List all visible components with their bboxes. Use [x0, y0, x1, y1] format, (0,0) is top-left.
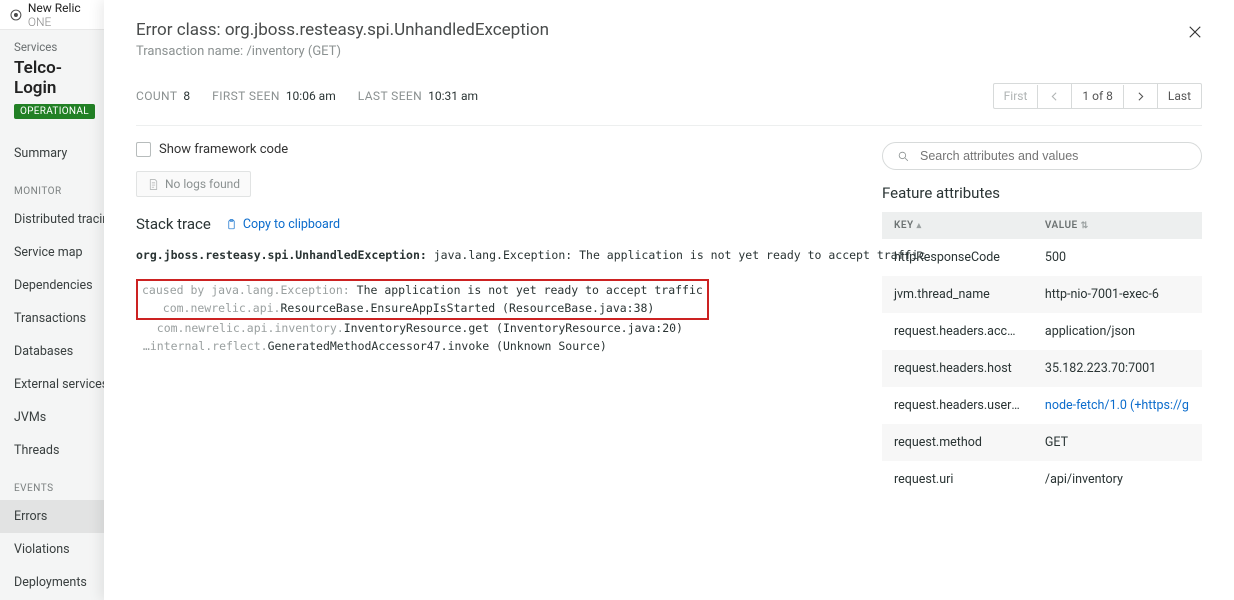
nav-heading-monitor: MONITOR	[0, 170, 105, 203]
attribute-search-input[interactable]	[920, 149, 1187, 163]
nav-databases[interactable]: Databases	[0, 335, 105, 368]
attr-value: 500	[1033, 239, 1202, 276]
pager-prev[interactable]	[1037, 85, 1071, 108]
nav-external-services[interactable]: External services	[0, 368, 105, 401]
transaction-name: Transaction name: /inventory (GET)	[136, 44, 1202, 59]
nav-dependencies[interactable]: Dependencies	[0, 269, 105, 302]
close-button[interactable]	[1186, 22, 1204, 47]
error-detail-panel: Error class: org.jboss.resteasy.spi.Unha…	[104, 0, 1234, 600]
table-row[interactable]: request.methodGET	[882, 424, 1202, 461]
attr-value: GET	[1033, 424, 1202, 461]
attribute-search[interactable]	[882, 142, 1202, 170]
table-row[interactable]: httpResponseCode500	[882, 239, 1202, 276]
trace-highlight-box: caused by java.lang.Exception: The appli…	[136, 279, 709, 321]
nav-errors[interactable]: Errors	[0, 500, 105, 533]
nav-violations[interactable]: Violations	[0, 533, 105, 566]
attr-value: /api/inventory	[1033, 461, 1202, 498]
attributes-table: KEY▴ VALUE⇅ httpResponseCode500jvm.threa…	[882, 212, 1202, 498]
attr-key: request.method	[882, 424, 1033, 461]
pager-next[interactable]	[1123, 85, 1157, 108]
checkbox-icon	[136, 142, 151, 157]
nav-summary[interactable]: Summary	[0, 137, 105, 170]
nav-threads[interactable]: Threads	[0, 434, 105, 467]
separator	[136, 125, 1202, 126]
trace-exception-line: org.jboss.resteasy.spi.UnhandledExceptio…	[136, 247, 854, 265]
nav-service-map[interactable]: Service map	[0, 236, 105, 269]
brand-bar: New Relic ONE	[0, 0, 105, 30]
trace-rest: com.newrelic.api.inventory.InventoryReso…	[136, 320, 854, 356]
attr-value: 35.182.223.70:7001	[1033, 350, 1202, 387]
nav-jvms[interactable]: JVMs	[0, 401, 105, 434]
table-row[interactable]: request.headers.userAg...node-fetch/1.0 …	[882, 387, 1202, 424]
pager-first[interactable]: First	[994, 84, 1038, 108]
attr-key: request.headers.userAg...	[882, 387, 1033, 424]
nav-deployments[interactable]: Deployments	[0, 566, 105, 599]
nav-heading-events: EVENTS	[0, 467, 105, 500]
show-framework-checkbox[interactable]: Show framework code	[136, 142, 854, 157]
brand-name: New Relic ONE	[28, 1, 95, 29]
close-icon	[1186, 23, 1204, 41]
newrelic-logo-icon	[10, 8, 22, 22]
document-icon	[147, 178, 160, 191]
table-row[interactable]: request.headers.acceptapplication/json	[882, 313, 1202, 350]
sidebar-section: Services	[0, 30, 105, 58]
no-logs-chip: No logs found	[136, 171, 251, 197]
chevron-right-icon	[1134, 90, 1147, 103]
meta-counts: COUNT8 FIRST SEEN10:06 am LAST SEEN10:31…	[136, 89, 478, 103]
error-class-header: Error class: org.jboss.resteasy.spi.Unha…	[136, 20, 1202, 40]
col-key[interactable]: KEY▴	[882, 212, 1033, 239]
entity-name: Telco-Login	[0, 58, 105, 98]
attr-value: http-nio-7001-exec-6	[1033, 276, 1202, 313]
feature-attributes-title: Feature attributes	[882, 184, 1202, 202]
pager-position: 1 of 8	[1071, 84, 1122, 108]
status-badge: OPERATIONAL	[14, 104, 95, 119]
attr-key: httpResponseCode	[882, 239, 1033, 276]
clipboard-icon	[225, 218, 238, 231]
attr-key: request.headers.host	[882, 350, 1033, 387]
attr-value: application/json	[1033, 313, 1202, 350]
attr-key: jvm.thread_name	[882, 276, 1033, 313]
table-row[interactable]: jvm.thread_namehttp-nio-7001-exec-6	[882, 276, 1202, 313]
search-icon	[897, 150, 910, 163]
nav-transactions[interactable]: Transactions	[0, 302, 105, 335]
nav-distributed-tracing[interactable]: Distributed tracing	[0, 203, 105, 236]
pager: First 1 of 8 Last	[993, 83, 1202, 109]
col-value[interactable]: VALUE⇅	[1033, 212, 1202, 239]
stack-trace-title: Stack trace	[136, 215, 211, 233]
sidebar: New Relic ONE Services Telco-Login OPERA…	[0, 0, 106, 600]
table-row[interactable]: request.uri/api/inventory	[882, 461, 1202, 498]
copy-to-clipboard[interactable]: Copy to clipboard	[225, 217, 340, 232]
chevron-left-icon	[1048, 90, 1061, 103]
sort-icon: ⇅	[1081, 221, 1089, 231]
pager-last[interactable]: Last	[1157, 84, 1201, 108]
table-row[interactable]: request.headers.host35.182.223.70:7001	[882, 350, 1202, 387]
attr-value: node-fetch/1.0 (+https://g	[1033, 387, 1202, 424]
attr-key: request.headers.accept	[882, 313, 1033, 350]
sort-icon: ▴	[917, 221, 922, 231]
attr-key: request.uri	[882, 461, 1033, 498]
